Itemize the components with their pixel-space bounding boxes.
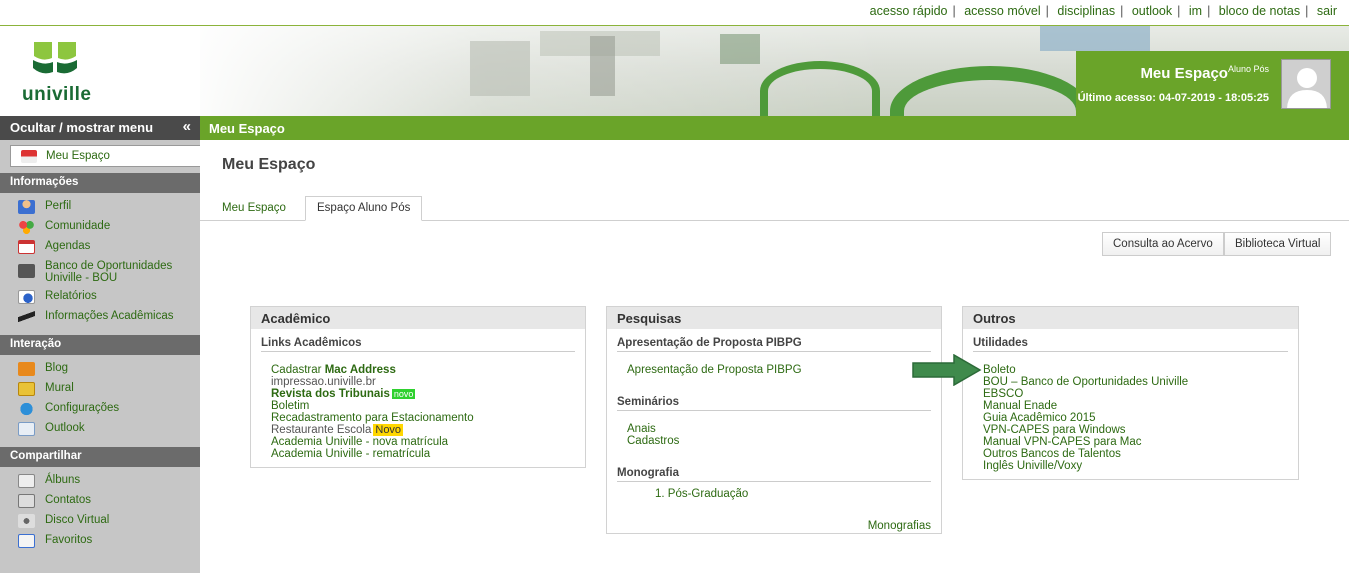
sidebar-item-albuns[interactable]: Álbuns bbox=[18, 471, 200, 491]
pibpg-heading: Apresentação de Proposta PIBPG bbox=[617, 337, 931, 352]
tabs: Meu Espaço Espaço Aluno Pós bbox=[200, 196, 1349, 221]
card-outros: Outros Utilidades Boleto BOU – Banco de … bbox=[962, 306, 1299, 480]
breadcrumb: Meu Espaço bbox=[200, 116, 1349, 140]
toplink-disciplinas[interactable]: disciplinas bbox=[1057, 4, 1115, 18]
link-recadastramento[interactable]: Recadastramento para Estacionamento bbox=[261, 412, 575, 424]
toplink-outlook[interactable]: outlook bbox=[1132, 4, 1172, 18]
user-silhouette-icon bbox=[1287, 68, 1327, 108]
sidebar-section-informacoes: Informações bbox=[0, 173, 200, 193]
mail-icon bbox=[18, 422, 35, 436]
sidebar-section-interacao: Interação bbox=[0, 335, 200, 355]
sidebar-item-informacoes-academicas[interactable]: Informações Acadêmicas bbox=[18, 307, 200, 327]
chart-icon bbox=[18, 290, 35, 304]
link-anais[interactable]: Anais bbox=[617, 423, 931, 435]
sidebar: Ocultar / mostrar menu « Meu Espaço Info… bbox=[0, 116, 200, 573]
user-box: Meu EspaçoAluno Pós Último acesso: 04-07… bbox=[1076, 51, 1349, 116]
user-icon bbox=[18, 200, 35, 214]
sidebar-item-favoritos[interactable]: Favoritos bbox=[18, 531, 200, 551]
double-chevron-left-icon: « bbox=[182, 118, 191, 135]
board-icon bbox=[18, 382, 35, 396]
sidebar-item-contatos[interactable]: Contatos bbox=[18, 491, 200, 511]
blog-icon bbox=[18, 362, 35, 376]
toplink-bloco-de-notas[interactable]: bloco de notas bbox=[1219, 4, 1300, 18]
main-content: Meu Espaço Meu Espaço Espaço Aluno Pós C… bbox=[200, 140, 1349, 573]
new-badge: novo bbox=[391, 389, 416, 399]
graduation-cap-icon bbox=[18, 310, 35, 324]
tab-meu-espaco[interactable]: Meu Espaço bbox=[222, 196, 286, 221]
home-icon bbox=[21, 149, 37, 163]
contacts-icon bbox=[18, 494, 35, 508]
link-monografias[interactable]: Monografias bbox=[617, 520, 931, 532]
link-restaurante-escola[interactable]: Restaurante Escola Novo bbox=[261, 424, 575, 436]
links-academicos-heading: Links Acadêmicos bbox=[261, 337, 575, 352]
link-pos-graduacao[interactable]: 1. Pós-Graduação bbox=[617, 488, 931, 500]
new-badge-yellow: Novo bbox=[373, 424, 404, 436]
sidebar-item-configuracoes[interactable]: Configurações bbox=[18, 399, 200, 419]
disk-icon bbox=[18, 514, 35, 528]
link-outros-bancos[interactable]: Outros Bancos de Talentos bbox=[973, 448, 1288, 460]
top-bar: acesso rápido | acesso móvel | disciplinas… bbox=[0, 0, 1349, 26]
user-space-title: Meu EspaçoAluno Pós bbox=[1140, 64, 1269, 82]
biblioteca-virtual-button[interactable]: Biblioteca Virtual bbox=[1224, 232, 1332, 256]
link-guia-academico[interactable]: Guia Acadêmico 2015 bbox=[973, 412, 1288, 424]
favorites-icon bbox=[18, 534, 35, 548]
link-revista-tribunais[interactable]: Revista dos Tribunais novo bbox=[261, 388, 575, 400]
header: univille Meu EspaçoAluno Pós Último aces… bbox=[0, 26, 1349, 116]
globe-icon bbox=[18, 402, 35, 416]
consulta-acervo-button[interactable]: Consulta ao Acervo bbox=[1102, 232, 1224, 256]
card-academico-title: Acadêmico bbox=[251, 307, 585, 329]
link-vpn-mac[interactable]: Manual VPN-CAPES para Mac bbox=[973, 436, 1288, 448]
arrow-right-icon bbox=[912, 354, 982, 386]
page-title: Meu Espaço bbox=[222, 156, 316, 173]
link-boleto[interactable]: Boleto bbox=[973, 364, 1288, 376]
toggle-menu-button[interactable]: Ocultar / mostrar menu « bbox=[0, 116, 200, 140]
sidebar-item-comunidade[interactable]: Comunidade bbox=[18, 217, 200, 237]
toplink-sair[interactable]: sair bbox=[1317, 4, 1337, 18]
seminarios-heading: Seminários bbox=[617, 396, 931, 411]
link-academia-nova-matricula[interactable]: Academia Univille - nova matrícula bbox=[261, 436, 575, 448]
sidebar-item-disco-virtual[interactable]: Disco Virtual bbox=[18, 511, 200, 531]
toplink-acesso-movel[interactable]: acesso móvel bbox=[964, 4, 1040, 18]
link-academia-rematricula[interactable]: Academia Univille - rematrícula bbox=[261, 448, 575, 460]
link-ingles-voxy[interactable]: Inglês Univille/Voxy bbox=[973, 460, 1288, 472]
card-outros-title: Outros bbox=[963, 307, 1298, 329]
monografia-heading: Monografia bbox=[617, 467, 931, 482]
sidebar-item-agendas[interactable]: Agendas bbox=[18, 237, 200, 257]
briefcase-icon bbox=[18, 264, 35, 278]
sidebar-item-perfil[interactable]: Perfil bbox=[18, 197, 200, 217]
sidebar-item-outlook[interactable]: Outlook bbox=[18, 419, 200, 439]
link-cadastrar-mac[interactable]: Cadastrar Mac Address bbox=[261, 364, 575, 376]
link-bou[interactable]: BOU – Banco de Oportunidades Univille bbox=[973, 376, 1288, 388]
sidebar-item-mural[interactable]: Mural bbox=[18, 379, 200, 399]
toplink-im[interactable]: im bbox=[1189, 4, 1202, 18]
last-access: Último acesso: 04-07-2019 - 18:05:25 bbox=[1077, 92, 1269, 104]
calendar-icon bbox=[18, 240, 35, 254]
link-impressao[interactable]: impressao.univille.br bbox=[261, 376, 575, 388]
card-pesquisas-title: Pesquisas bbox=[607, 307, 941, 329]
utilidades-heading: Utilidades bbox=[973, 337, 1288, 352]
logo-text: univille bbox=[22, 84, 92, 105]
camera-icon bbox=[18, 474, 35, 488]
sidebar-item-relatorios[interactable]: Relatórios bbox=[18, 287, 200, 307]
link-manual-enade[interactable]: Manual Enade bbox=[973, 400, 1288, 412]
avatar[interactable] bbox=[1281, 59, 1331, 109]
link-ebsco[interactable]: EBSCO bbox=[973, 388, 1288, 400]
top-links: acesso rápido | acesso móvel | disciplinas… bbox=[869, 4, 1337, 18]
sidebar-item-blog[interactable]: Blog bbox=[18, 359, 200, 379]
link-cadastros[interactable]: Cadastros bbox=[617, 435, 931, 447]
community-icon bbox=[18, 220, 35, 234]
card-pesquisas: Pesquisas Apresentação de Proposta PIBPG… bbox=[606, 306, 942, 534]
toplink-acesso-rapido[interactable]: acesso rápido bbox=[870, 4, 948, 18]
link-pibpg[interactable]: Apresentação de Proposta PIBPG bbox=[617, 364, 931, 376]
link-vpn-windows[interactable]: VPN-CAPES para Windows bbox=[973, 424, 1288, 436]
tab-espaco-aluno-pos[interactable]: Espaço Aluno Pós bbox=[305, 196, 423, 221]
sidebar-item-banco-oportunidades[interactable]: Banco de Oportunidades Univille - BOU bbox=[18, 257, 200, 287]
sidebar-section-compartilhar: Compartilhar bbox=[0, 447, 200, 467]
card-academico: Acadêmico Links Acadêmicos Cadastrar Mac… bbox=[250, 306, 586, 468]
link-boletim[interactable]: Boletim bbox=[261, 400, 575, 412]
sidebar-item-meu-espaco[interactable]: Meu Espaço bbox=[10, 145, 200, 167]
